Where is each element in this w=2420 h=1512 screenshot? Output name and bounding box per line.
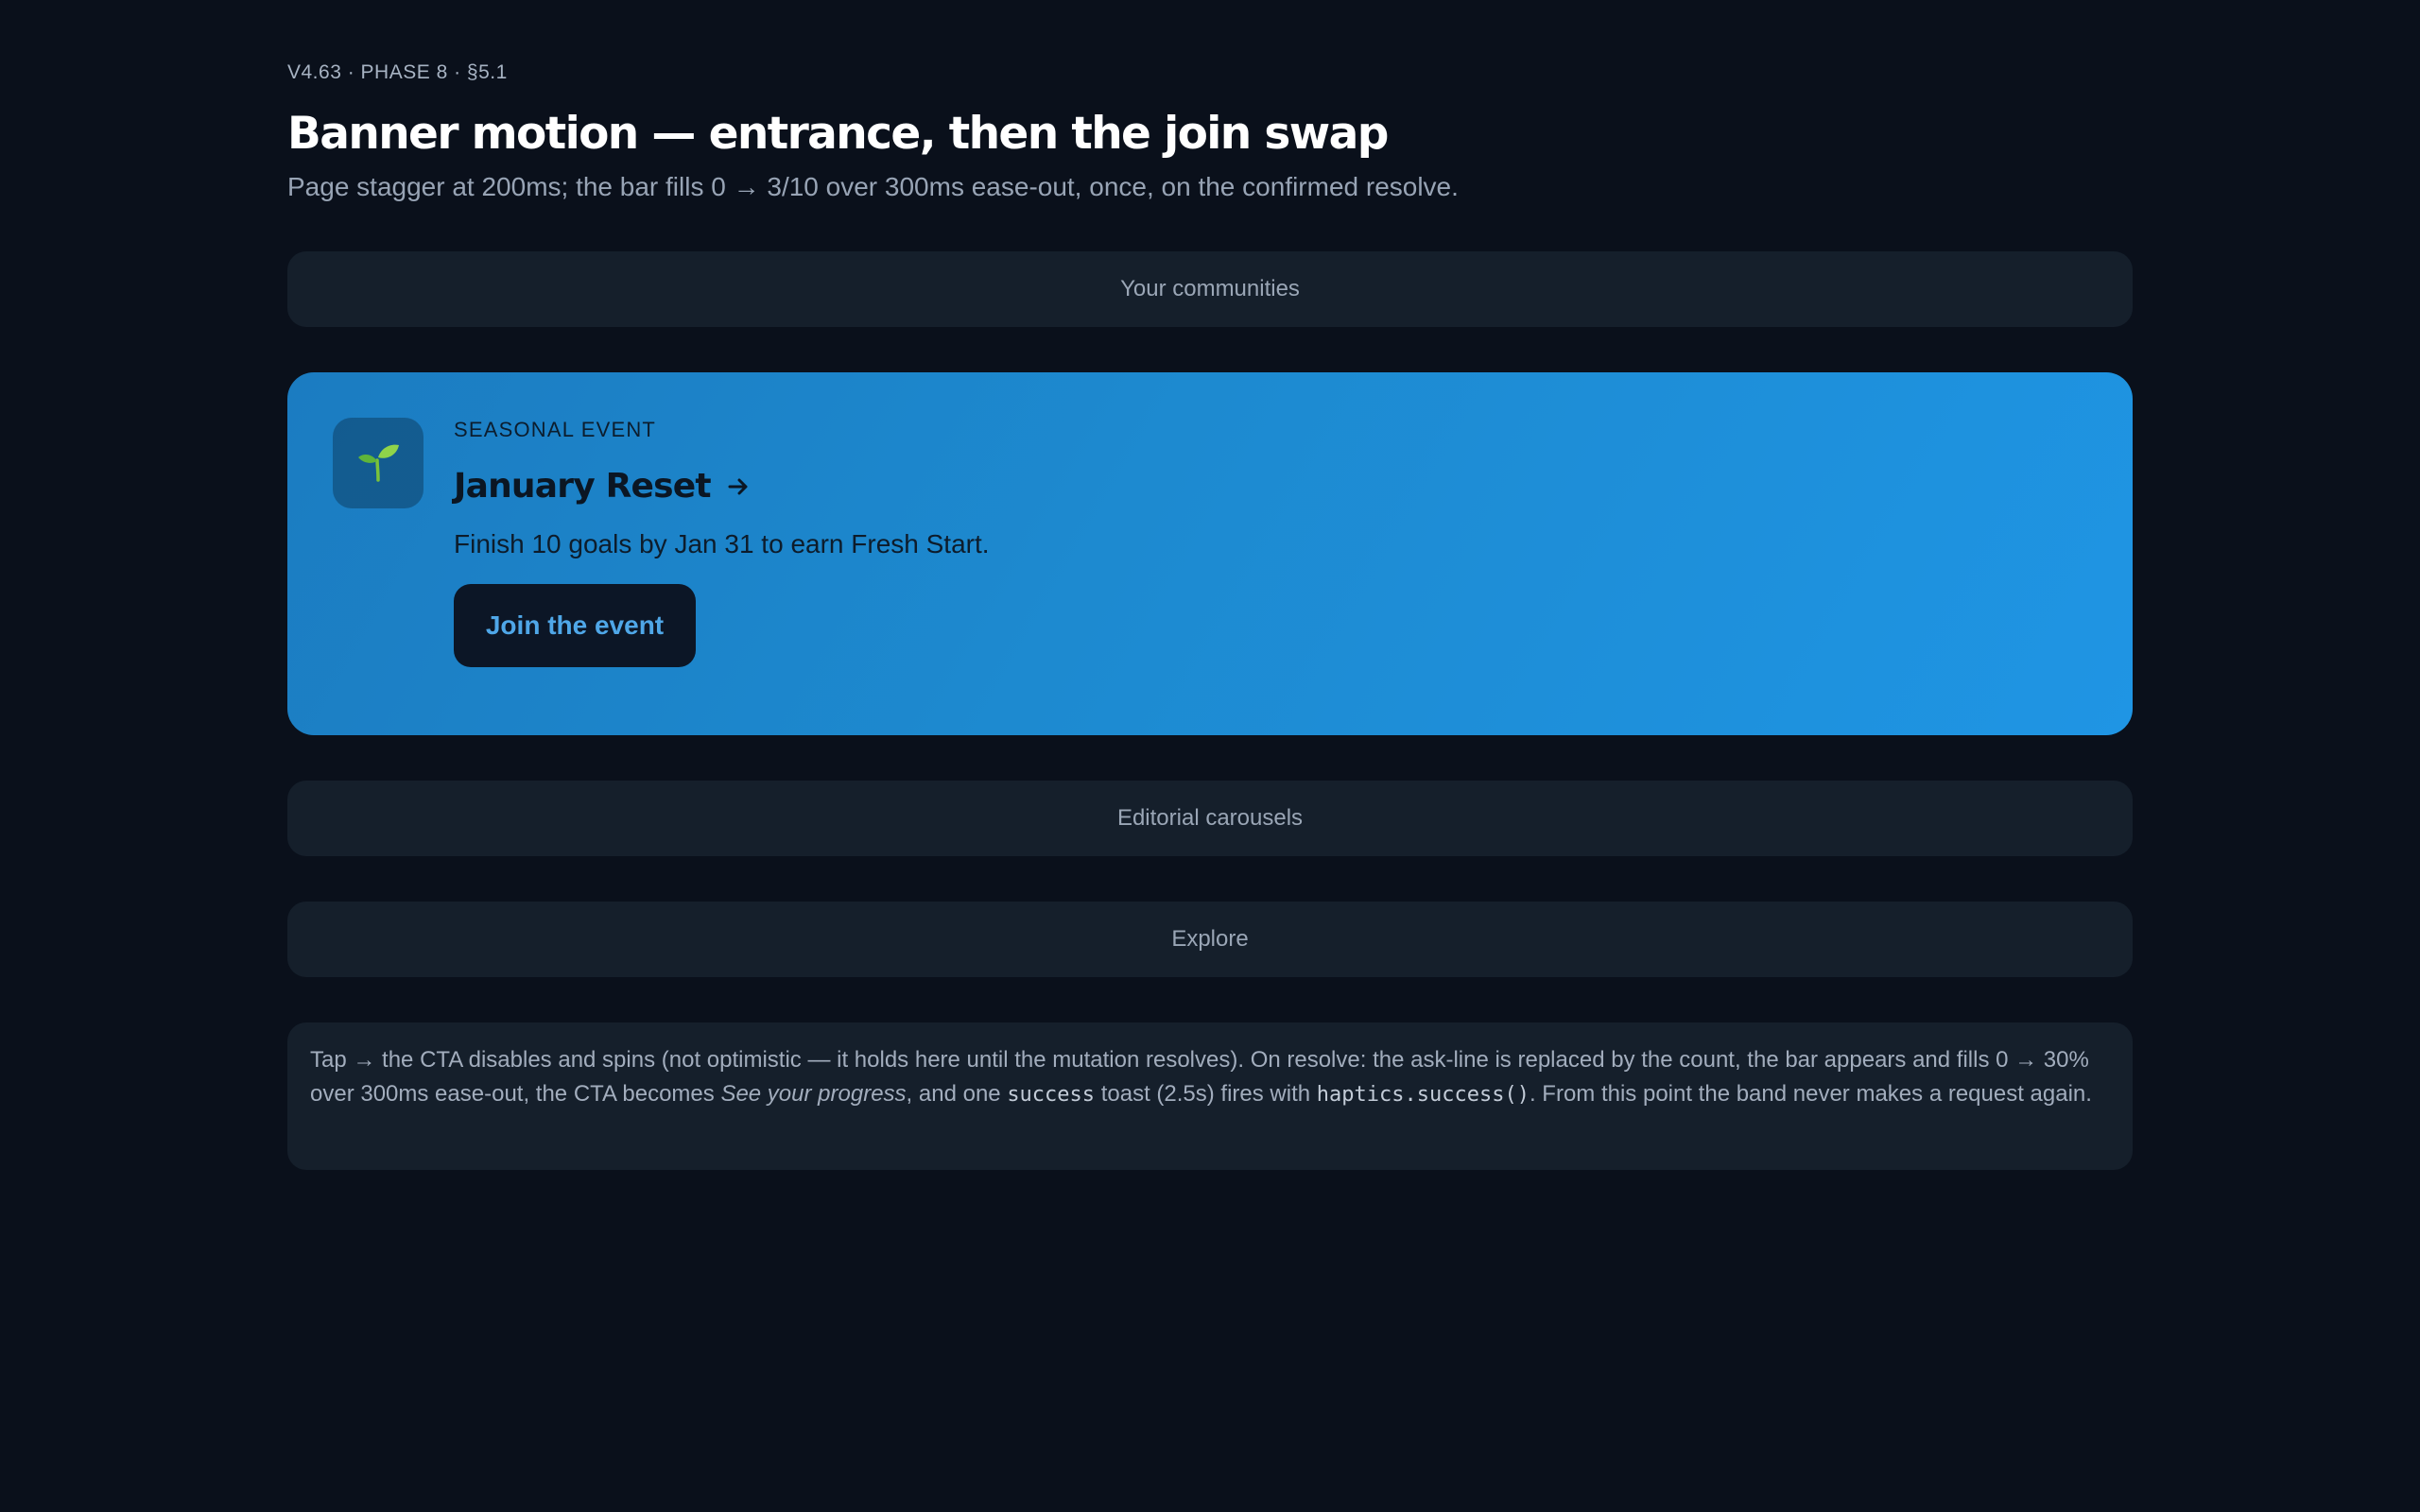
event-kicker: SEASONAL EVENT (454, 418, 657, 441)
seedling-icon (352, 435, 405, 492)
note-text: , and one (906, 1081, 1008, 1107)
note-code: haptics.success() (1316, 1083, 1530, 1107)
note-code: success (1007, 1083, 1096, 1107)
section-editorial-carousels: Editorial carousels (287, 781, 2133, 856)
join-event-button[interactable]: Join the event (454, 584, 696, 667)
page-subtitle: Page stagger at 200ms; the bar fills 0 →… (287, 172, 1459, 201)
note-emphasis: See your progress (720, 1081, 907, 1107)
page-title: Banner motion — entrance, then the join … (287, 108, 1389, 160)
page: V4.63 · PHASE 8 · §5.1 Banner motion — e… (287, 59, 2133, 1170)
event-description: Finish 10 goals by Jan 31 to earn Fresh … (454, 529, 990, 558)
note-text: toast (2.5s) fires with (1095, 1081, 1317, 1107)
event-title-link[interactable]: January Reset (454, 463, 2061, 510)
section-explore: Explore (287, 902, 2133, 977)
event-badge (333, 418, 424, 508)
behavior-note: Tap → the CTA disables and spins (not op… (287, 1022, 2133, 1170)
banner-content: SEASONAL EVENT January Reset Finish 10 g… (454, 416, 2061, 667)
section-label: Editorial carousels (1116, 805, 1304, 831)
section-label: Your communities (1120, 276, 1300, 301)
event-title: January Reset (454, 467, 712, 506)
arrow-right-icon (726, 474, 751, 499)
version-eyebrow: V4.63 · PHASE 8 · §5.1 (287, 61, 508, 83)
section-label: Explore (1171, 926, 1249, 952)
section-your-communities: Your communities (287, 251, 2133, 327)
seasonal-event-banner: SEASONAL EVENT January Reset Finish 10 g… (287, 372, 2133, 735)
note-text: . From this point the band never makes a… (1529, 1081, 2092, 1107)
